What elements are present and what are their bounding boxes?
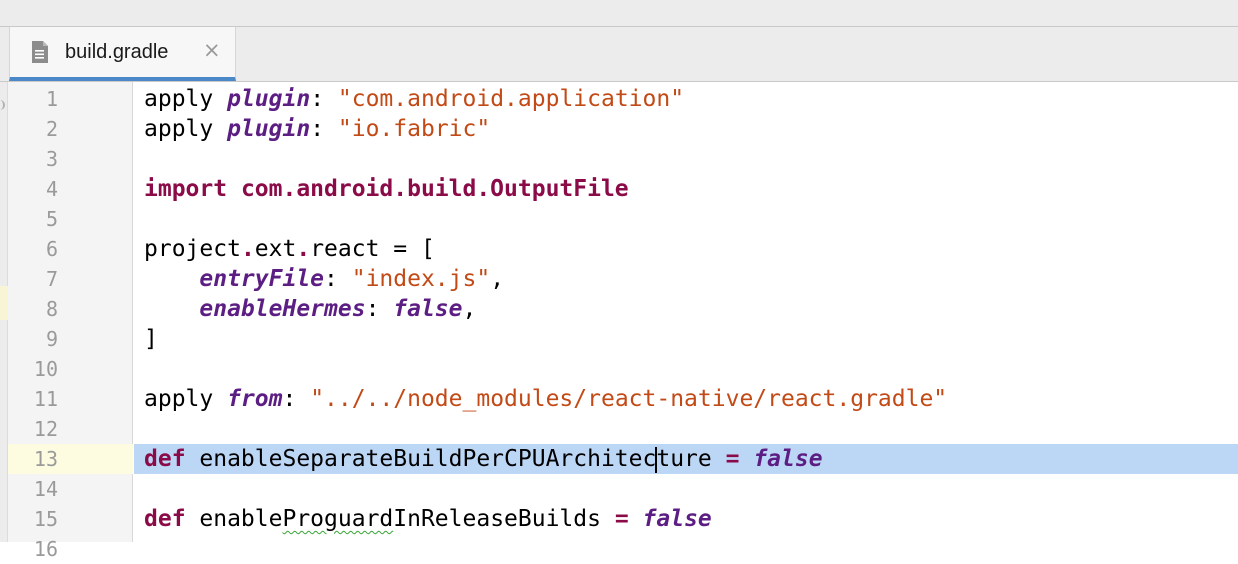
line-number: 13 [33,447,58,471]
code-token: Proguard [282,506,394,532]
code-token: plugin [227,116,311,142]
code-token: "io.fabric" [337,116,491,142]
code-line[interactable]: 9] [0,324,1238,354]
code-line[interactable]: 5 [0,204,1238,234]
code-text: import com.android.build.OutputFile [144,174,629,204]
code-token: ture [656,446,726,472]
code-token: = [614,506,629,532]
code-token: enable [199,506,283,532]
code-token: react = [ [310,236,435,262]
code-token: false [753,446,823,472]
code-text: ] [144,324,158,354]
code-token: from [227,386,283,412]
tab-title: build.gradle [65,41,169,63]
code-token: entryFile [199,266,325,292]
code-token: def [144,446,200,472]
code-token: def [144,506,200,532]
code-line[interactable]: 12 [0,414,1238,444]
line-number: 16 [33,537,58,561]
code-token: com.android.build.OutputFile [240,176,629,202]
code-text: apply from: "../../node_modules/react-na… [144,384,947,414]
code-token: "../../node_modules/react-native/react.g… [310,386,948,412]
code-token: apply [144,116,228,142]
code-token: enableHermes [199,296,366,322]
code-text: def enableSeparateBuildPerCPUArchitectur… [144,444,823,474]
code-line[interactable]: 14 [0,474,1238,504]
code-token: false [642,506,712,532]
code-token: plugin [227,86,311,112]
code-text: project.ext.react = [ [144,234,435,264]
code-line[interactable]: 7 entryFile: "index.js", [0,264,1238,294]
line-number: 4 [45,177,58,201]
code-token: : [282,386,311,412]
code-token: apply [144,86,228,112]
code-token: import [144,176,241,202]
window-toolbar [0,0,1238,27]
line-number: 14 [33,477,58,501]
code-token: : [365,296,394,322]
code-token: . [296,236,311,262]
editor-tab-bar: build.gradle × [0,27,1238,82]
code-text: enableHermes: false, [144,294,476,324]
code-token: apply [144,386,228,412]
code-text: def enableProguardInReleaseBuilds = fals… [144,504,712,534]
line-number: 6 [45,237,58,261]
code-token: false [393,296,463,322]
file-document-icon [32,41,48,63]
tab-build-gradle[interactable]: build.gradle × [9,27,236,81]
code-token: ] [144,326,158,352]
code-token: . [240,236,255,262]
code-token: project [144,236,241,262]
code-text: entryFile: "index.js", [144,264,504,294]
code-text: apply plugin: "com.android.application" [144,84,684,114]
code-token: enableSeparateBuildPerCPUArchitec [199,446,657,472]
code-text: apply plugin: "io.fabric" [144,114,490,144]
code-token: , [462,296,477,322]
code-token: , [490,266,505,292]
code-token: "com.android.application" [337,86,685,112]
code-token: : [324,266,352,292]
code-line[interactable]: 1 apply plugin: "com.android.application" [0,84,1238,114]
code-line[interactable]: 4 import com.android.build.OutputFile [0,174,1238,204]
code-token: = [725,446,740,472]
close-icon[interactable]: × [203,40,221,61]
code-line[interactable]: 6 project.ext.react = [ [0,234,1238,264]
line-number: 12 [33,417,58,441]
line-number: 3 [45,147,58,171]
code-line[interactable]: 16 [0,534,1238,564]
code-token: : [310,116,338,142]
line-number: 8 [45,297,58,321]
code-line[interactable]: 10 [0,354,1238,384]
code-line[interactable]: 8 enableHermes: false, [0,294,1238,324]
code-token: ext [254,236,297,262]
line-number: 1 [45,87,58,111]
line-number: 10 [33,357,58,381]
code-line[interactable]: 2 apply plugin: "io.fabric" [0,114,1238,144]
line-number: 5 [45,207,58,231]
code-line[interactable]: 3 [0,144,1238,174]
code-line[interactable]: 13 def enableSeparateBuildPerCPUArchitect… [0,444,1238,474]
line-number: 15 [33,507,58,531]
code-token: : [310,86,338,112]
line-number: 9 [45,327,58,351]
line-number: 2 [45,117,58,141]
line-number: 7 [45,267,58,291]
code-line[interactable]: 11 apply from: "../../node_modules/react-… [0,384,1238,414]
code-token: "index.js" [351,266,491,292]
code-line[interactable]: 15 def enableProguardInReleaseBuilds = fa… [0,504,1238,534]
code-token: InReleaseBuilds [393,506,615,532]
line-number: 11 [33,387,58,411]
